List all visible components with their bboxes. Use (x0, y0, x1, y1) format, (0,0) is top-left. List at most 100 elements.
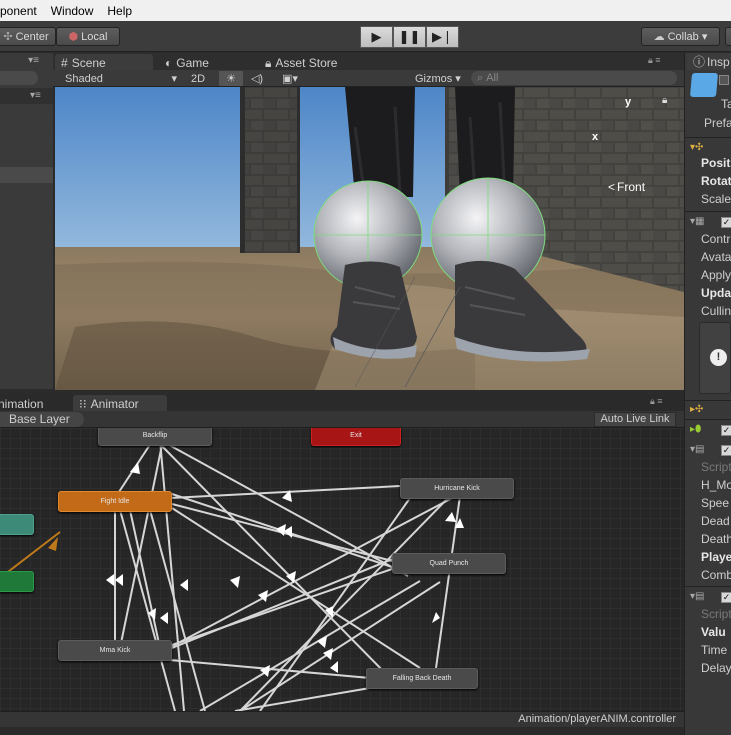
2d-toggle[interactable]: 2D (185, 71, 211, 86)
hierarchy-selected-row[interactable] (0, 167, 53, 183)
gizmo-y-label[interactable]: y (625, 96, 631, 108)
script1-enabled-checkbox[interactable]: ✓ (721, 445, 731, 456)
player-field-label: Playe (701, 550, 731, 564)
game-icon: ◐ (165, 56, 173, 70)
transform-icon[interactable]: ▾✣ (690, 142, 703, 153)
search-placeholder: All (486, 72, 499, 84)
state-hurricane-kick[interactable]: Hurricane Kick (400, 478, 514, 499)
component-collapsed-icon[interactable]: ▸✣ (690, 404, 703, 415)
scene-render (55, 87, 684, 390)
gizmo-front-label[interactable]: < Front (608, 180, 645, 194)
script2-field-label: Script (701, 607, 731, 621)
tab-inspector-label: Insp (707, 54, 730, 69)
state-backflip[interactable]: Backflip (98, 428, 212, 446)
center-icon: ✣ (3, 31, 13, 43)
animator-enabled-checkbox[interactable]: ✓ (721, 217, 731, 228)
tab-scene-label: Scene (71, 56, 106, 70)
project-menu-icon[interactable]: ▾≡ (30, 90, 41, 101)
gizmo-x-label[interactable]: x (592, 131, 598, 143)
gizmo-front-text: Front (617, 180, 646, 194)
info-icon: ⓘ (693, 55, 706, 69)
lighting-toggle[interactable]: ☀ (219, 71, 243, 86)
gizmo-lock-icon[interactable]: 🔒︎ (662, 95, 667, 106)
static-checkbox[interactable] (719, 75, 729, 85)
state-fight-idle[interactable]: Fight Idle (58, 491, 172, 512)
animator-graph[interactable]: Backflip Exit Fight Idle Hurricane Kick … (0, 428, 684, 711)
scene-search-input[interactable]: ⌕ All (471, 71, 677, 85)
state-entry[interactable] (0, 571, 34, 592)
collider-enabled-checkbox[interactable]: ✓ (721, 425, 731, 436)
speed-field-label: Spee (701, 496, 730, 510)
audio-toggle[interactable]: ◁) (247, 71, 267, 86)
tab-animation-label: Animation (0, 397, 44, 411)
tag-label: Ta (721, 97, 731, 111)
dead-field-label: Dead (701, 514, 730, 528)
collab-label: Collab ▾ (667, 31, 708, 43)
step-button[interactable]: ▶❘ (426, 26, 459, 48)
state-exit[interactable]: Exit (311, 428, 401, 446)
animator-info-box: ! (699, 322, 731, 394)
menu-item-component[interactable]: ponent (0, 4, 45, 18)
image-icon: ▣▾ (282, 73, 298, 85)
effects-dropdown[interactable]: ▣▾ (275, 71, 305, 86)
menu-item-window[interactable]: Window (45, 4, 102, 18)
state-any-state[interactable] (0, 514, 34, 535)
account-button[interactable] (725, 27, 731, 46)
chevron-left-icon: < (608, 180, 616, 194)
base-layer-breadcrumb[interactable]: Base Layer (0, 412, 84, 427)
animator-tab-bar: Animation ⁝⁝Animator 🔒︎ ≡ (0, 394, 684, 413)
menu-item-help[interactable]: Help (101, 4, 140, 18)
apply-root-motion-label: Apply (701, 268, 731, 282)
space-label: Local (81, 30, 108, 43)
local-icon: ⬢ (68, 31, 79, 43)
gizmos-dropdown[interactable]: Gizmos ▾ (411, 71, 467, 86)
tab-inspector[interactable]: ⓘ Insp (687, 53, 731, 70)
animator-status-bar: Animation/playerANIM.controller (0, 711, 684, 727)
combo-field-label: Comb (701, 568, 731, 582)
hierarchy-menu-icon[interactable]: ▾≡ (0, 55, 53, 69)
2d-label: 2D (190, 72, 206, 85)
console-status-strip (0, 727, 684, 735)
controller-field-label: Contr (701, 232, 731, 246)
search-icon: ⌕ (477, 71, 484, 84)
state-mma-kick[interactable]: Mma Kick (58, 640, 172, 661)
update-mode-label: Upda (701, 286, 731, 300)
pause-icon: ❚❚ (398, 29, 421, 44)
collab-button[interactable]: ☁ Collab ▾ (641, 27, 720, 46)
tab-animator-label: Animator (90, 397, 139, 411)
capsule-collider-icon[interactable]: ▸⬮ (690, 424, 701, 435)
grid-icon: # (61, 56, 68, 70)
scene-viewport[interactable]: y 🔒︎ x < Front (55, 87, 684, 390)
tab-game-label: Game (176, 56, 209, 70)
script-component-icon[interactable]: ▾▤ (690, 591, 704, 602)
lock-icon[interactable]: 🔒︎ ≡ (648, 55, 661, 66)
speaker-icon: ◁) (250, 73, 264, 85)
death-field-label: Death (701, 532, 731, 546)
position-field-label: Posit (701, 156, 731, 170)
script-component-icon[interactable]: ▾▤ (690, 444, 704, 455)
state-quad-punch[interactable]: Quad Punch (392, 553, 506, 574)
divider (684, 419, 731, 420)
pivot-center-button[interactable]: ✣ Center (0, 27, 56, 46)
pause-button[interactable]: ❚❚ (393, 26, 426, 48)
state-falling-back-death[interactable]: Falling Back Death (366, 668, 478, 689)
tab-asset-store-label: Asset Store (275, 56, 338, 70)
shading-mode-dropdown[interactable]: Shaded ▾ (61, 71, 181, 86)
play-icon: ▶ (371, 29, 382, 44)
divider (685, 137, 731, 138)
script2-enabled-checkbox[interactable]: ✓ (721, 592, 731, 603)
scale-field-label: Scale (701, 192, 731, 206)
space-local-button[interactable]: ⬢ Local (56, 27, 120, 46)
hierarchy-search-input[interactable] (0, 71, 38, 85)
dropdown-arrow-icon: ▾ (171, 73, 177, 85)
value-field-label: Valu (701, 625, 726, 639)
animator-component-icon[interactable]: ▾▦ (690, 216, 704, 227)
animator-lock-icon[interactable]: 🔒︎ ≡ (650, 396, 663, 407)
auto-live-link-toggle[interactable]: Auto Live Link (594, 412, 676, 427)
main-toolbar: ✣ Center ⬢ Local ▶ ❚❚ ▶❘ ☁ Collab ▾ (0, 21, 731, 52)
animator-icon: ⁝⁝ (79, 397, 87, 411)
prefab-cube-icon (689, 73, 719, 97)
transition-lines (0, 439, 464, 711)
play-button[interactable]: ▶ (360, 26, 393, 48)
project-header (0, 88, 53, 104)
